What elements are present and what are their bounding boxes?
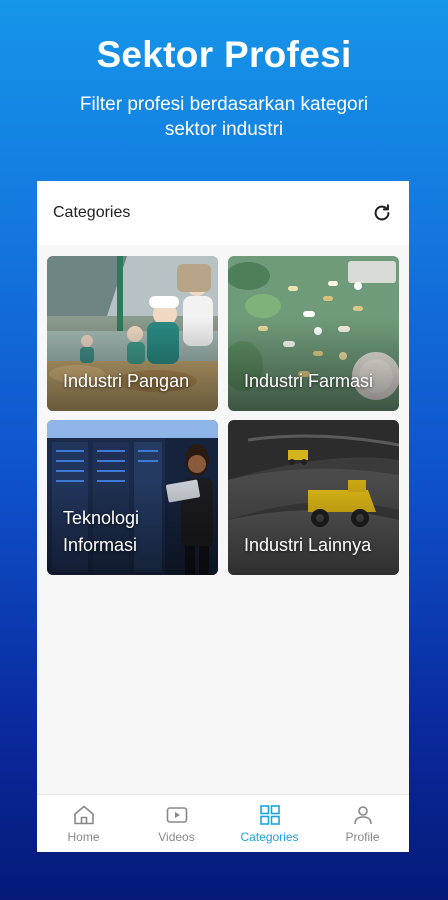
nav-item-home[interactable]: Home [37, 795, 130, 852]
grid-icon [259, 805, 280, 825]
person-icon [353, 806, 372, 825]
category-card-industri-farmasi[interactable]: Industri Farmasi [228, 256, 399, 411]
nav-label: Profile [345, 830, 380, 844]
nav-item-categories[interactable]: Categories [223, 795, 316, 852]
category-label: Industri Lainnya [244, 535, 372, 555]
home-icon [73, 805, 94, 825]
promo-subtitle: Filter profesi berdasarkan kategori sekt… [79, 94, 369, 140]
nav-label: Home [67, 830, 100, 844]
category-label: Teknologi Informasi [63, 508, 140, 555]
category-card-teknologi-informasi[interactable]: Teknologi Informasi [47, 420, 218, 575]
category-grid: Industri Pangan Industri Farmasi Teknolo… [47, 256, 399, 575]
nav-label: Videos [158, 830, 195, 844]
category-card-industri-lainnya[interactable]: Industri Lainnya [228, 420, 399, 575]
refresh-icon[interactable] [369, 200, 395, 226]
nav-item-profile[interactable]: Profile [316, 795, 409, 852]
video-icon [166, 807, 187, 823]
category-card-industri-pangan[interactable]: Industri Pangan [47, 256, 218, 411]
nav-item-videos[interactable]: Videos [130, 795, 223, 852]
app-header: Categories [37, 181, 409, 245]
nav-label: Categories [240, 830, 299, 844]
category-label: Industri Farmasi [244, 371, 374, 391]
category-label: Industri Pangan [63, 371, 190, 391]
page-title: Categories [53, 204, 131, 221]
promo-title: Sektor Profesi [96, 34, 352, 75]
app-screen: Categories Industri Pangan Industri Farm… [37, 181, 409, 852]
bottom-nav: Home Videos Categories Profile [37, 794, 409, 852]
